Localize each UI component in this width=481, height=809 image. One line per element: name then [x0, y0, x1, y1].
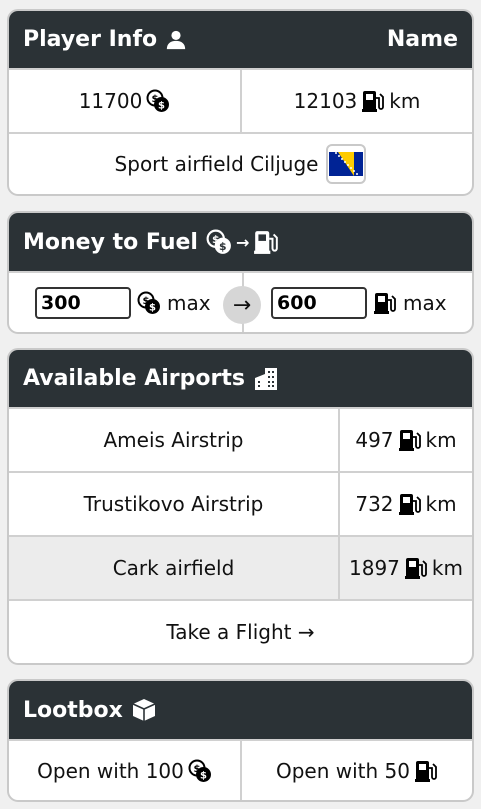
- airport-row-selected[interactable]: Cark airfield 1897 km: [9, 535, 472, 599]
- money-to-fuel-header: Money to Fuel →: [9, 213, 472, 271]
- fuel-input-group: max: [242, 273, 472, 332]
- coins-icon: [137, 291, 161, 315]
- airport-name: Ameis Airstrip: [103, 428, 244, 452]
- available-airports-header: Available Airports: [9, 350, 472, 407]
- open-with-fuel-button[interactable]: Open with 50: [240, 741, 472, 800]
- money-max-link[interactable]: max: [167, 291, 211, 315]
- open-with-fuel-label: Open with 50: [275, 758, 410, 783]
- player-info-card: Player Info Name 11700 12103 km Sport ai…: [7, 9, 474, 196]
- fuel-pump-icon: [253, 229, 279, 255]
- airport-name: Trustikovo Airstrip: [83, 492, 264, 516]
- player-fuel: 12103 km: [240, 70, 472, 132]
- arrow-right-icon: →: [232, 292, 252, 318]
- fuel-pump-icon: [398, 428, 422, 452]
- open-with-money-label: Open with 100: [37, 758, 184, 783]
- money-to-fuel-title: Money to Fuel: [23, 229, 198, 255]
- lootbox-title: Lootbox: [23, 697, 123, 723]
- airport-distance-unit: km: [425, 492, 457, 516]
- player-name: Name: [386, 27, 458, 52]
- airport-distance-value: 732: [355, 492, 394, 516]
- coins-icon: [146, 89, 170, 113]
- player-info-title: Player Info: [23, 27, 158, 52]
- fuel-max-link[interactable]: max: [403, 291, 447, 315]
- open-with-money-button[interactable]: Open with 100: [9, 741, 240, 800]
- fuel-pump-icon: [398, 492, 422, 516]
- arrow-right-icon: →: [235, 232, 250, 252]
- lootbox-header: Lootbox: [9, 681, 472, 739]
- fuel-pump-icon: [373, 291, 397, 315]
- airport-distance: 497 km: [338, 409, 472, 471]
- player-fuel-unit: km: [389, 89, 421, 113]
- airport-distance-unit: km: [431, 556, 463, 580]
- fuel-pump-icon: [414, 759, 438, 783]
- money-input-group: max: [9, 273, 242, 332]
- available-airports-card: Available Airports Ameis Airstrip 497 km…: [7, 348, 474, 665]
- user-icon: [165, 29, 187, 51]
- take-flight-button[interactable]: Take a Flight →: [9, 601, 472, 663]
- box-icon: [131, 697, 157, 723]
- player-info-header: Player Info Name: [9, 11, 472, 68]
- player-location-name: Sport airfield Ciljuge: [114, 152, 319, 176]
- available-airports-title: Available Airports: [23, 366, 245, 391]
- player-money-value: 11700: [78, 89, 143, 113]
- convert-button[interactable]: →: [223, 286, 261, 324]
- coins-icon: [188, 759, 212, 783]
- airport-distance-value: 497: [355, 428, 394, 452]
- bosnia-flag-icon: [326, 144, 367, 184]
- airport-distance: 732 km: [338, 473, 472, 535]
- fuel-amount-input[interactable]: [271, 286, 367, 319]
- coins-icon: [206, 229, 232, 255]
- airport-distance-value: 1897: [349, 556, 400, 580]
- fuel-pump-icon: [404, 556, 428, 580]
- money-to-fuel-card: Money to Fuel → max max →: [7, 211, 474, 334]
- player-fuel-value: 12103: [293, 89, 358, 113]
- building-icon: [253, 366, 279, 392]
- airport-distance-unit: km: [425, 428, 457, 452]
- player-money: 11700: [9, 70, 240, 132]
- airport-name: Cark airfield: [112, 556, 235, 580]
- airport-row[interactable]: Trustikovo Airstrip 732 km: [9, 471, 472, 535]
- money-amount-input[interactable]: [35, 286, 131, 319]
- player-location: Sport airfield Ciljuge: [9, 134, 472, 194]
- lootbox-card: Lootbox Open with 100 Open with 50: [7, 679, 474, 802]
- airport-row[interactable]: Ameis Airstrip 497 km: [9, 407, 472, 471]
- fuel-pump-icon: [361, 89, 385, 113]
- airport-distance: 1897 km: [338, 537, 472, 599]
